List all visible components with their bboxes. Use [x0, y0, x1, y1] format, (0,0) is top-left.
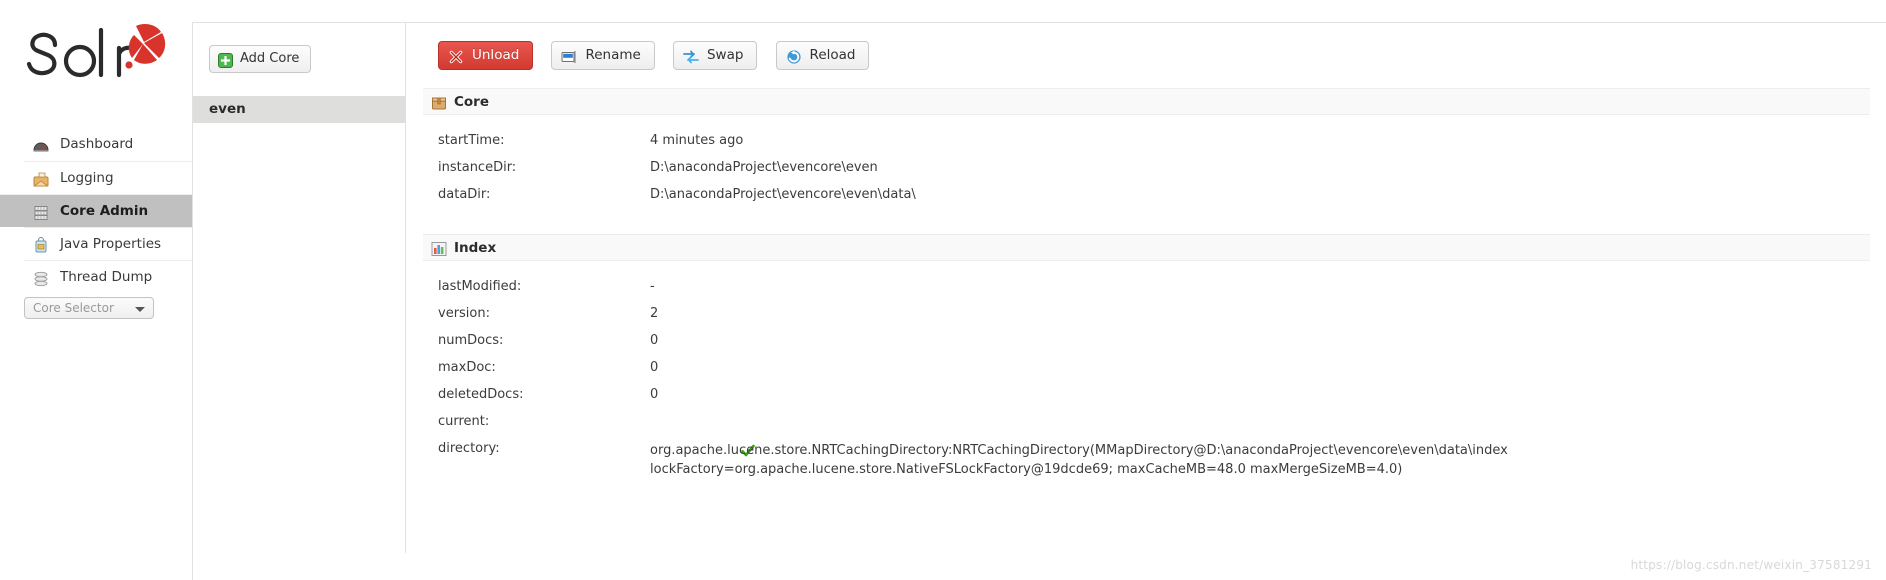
row-key: startTime:	[438, 133, 505, 148]
index-section-title: Index	[454, 240, 497, 256]
package-icon	[431, 94, 447, 110]
index-section-header: Index	[423, 234, 1870, 261]
plus-icon	[218, 52, 233, 68]
sidebar-item-java-properties[interactable]: Java Properties	[24, 227, 192, 260]
core-selector-label: Core Selector	[33, 301, 114, 315]
add-core-label: Add Core	[240, 51, 300, 66]
row-key: version:	[438, 306, 490, 321]
dashboard-icon	[32, 136, 50, 154]
core-detail-column: Unload Rename Swap Reload Core startTime…	[407, 23, 1886, 553]
swap-button[interactable]: Swap	[672, 41, 758, 70]
row-value: 0	[650, 360, 659, 375]
row-value: 2	[650, 306, 659, 321]
row-value: -	[650, 279, 655, 294]
bar-chart-icon	[431, 240, 447, 256]
row-key: current:	[438, 414, 490, 429]
sidebar: Dashboard Logging Core Admin Java Proper…	[0, 0, 192, 580]
row-value: org.apache.lucene.store.NRTCachingDirect…	[650, 443, 1508, 477]
row-key: dataDir:	[438, 187, 491, 202]
rename-button[interactable]: Rename	[551, 41, 655, 70]
chevron-down-icon	[135, 307, 145, 312]
main-panel: Add Core even Unload Rename Swap Reload …	[192, 22, 1886, 580]
row-key: numDocs:	[438, 333, 504, 348]
unload-label: Unload	[472, 47, 520, 63]
reload-label: Reload	[809, 47, 856, 63]
solr-admin-page: Dashboard Logging Core Admin Java Proper…	[0, 0, 1886, 580]
row-value: 0	[650, 387, 659, 402]
row-key: lastModified:	[438, 279, 522, 294]
sidebar-item-label: Core Admin	[60, 203, 149, 219]
row-key: directory:	[438, 441, 500, 456]
thread-dump-icon	[32, 268, 50, 287]
reload-icon	[786, 48, 802, 64]
red-x-icon	[448, 48, 464, 64]
core-list-item-even[interactable]: even	[193, 96, 406, 123]
row-value: D:\anacondaProject\evencore\even	[650, 160, 878, 175]
sidebar-item-dashboard[interactable]: Dashboard	[24, 128, 192, 161]
sidebar-item-label: Java Properties	[60, 236, 162, 252]
core-list: even	[193, 96, 406, 123]
logging-icon	[32, 169, 50, 187]
reload-button[interactable]: Reload	[775, 41, 870, 70]
core-action-toolbar: Unload Rename Swap Reload	[438, 41, 883, 71]
sidebar-nav: Dashboard Logging Core Admin Java Proper…	[0, 128, 192, 293]
watermark-text: https://blog.csdn.net/weixin_37581291	[1630, 558, 1872, 572]
row-value: 4 minutes ago	[650, 133, 744, 148]
row-key: maxDoc:	[438, 360, 496, 375]
core-admin-icon	[32, 202, 50, 220]
sidebar-item-logging[interactable]: Logging	[24, 161, 192, 194]
core-section-title: Core	[454, 94, 489, 110]
core-section-header: Core	[423, 88, 1870, 115]
row-key: deletedDocs:	[438, 387, 524, 402]
row-value: D:\anacondaProject\evencore\even\data\	[650, 187, 916, 202]
unload-button[interactable]: Unload	[438, 41, 534, 70]
core-name: even	[209, 101, 246, 117]
sidebar-item-thread-dump[interactable]: Thread Dump	[24, 260, 192, 293]
core-selector-dropdown[interactable]: Core Selector	[24, 297, 154, 319]
row-value: 0	[650, 333, 659, 348]
solr-logo[interactable]	[24, 18, 174, 94]
rename-label: Rename	[585, 47, 641, 63]
swap-label: Swap	[706, 47, 744, 63]
watermark: https://blog.csdn.net/weixin_37581291	[1631, 558, 1872, 572]
swap-icon	[683, 48, 699, 64]
row-key: instanceDir:	[438, 160, 517, 175]
core-list-column: Add Core even	[193, 23, 406, 553]
rename-icon	[561, 48, 577, 64]
add-core-button[interactable]: Add Core	[209, 45, 312, 73]
java-properties-icon	[32, 235, 50, 253]
sidebar-item-core-admin[interactable]: Core Admin	[0, 194, 192, 227]
sidebar-item-label: Thread Dump	[60, 269, 153, 285]
sidebar-item-label: Logging	[60, 170, 114, 186]
sidebar-item-label: Dashboard	[60, 136, 134, 152]
